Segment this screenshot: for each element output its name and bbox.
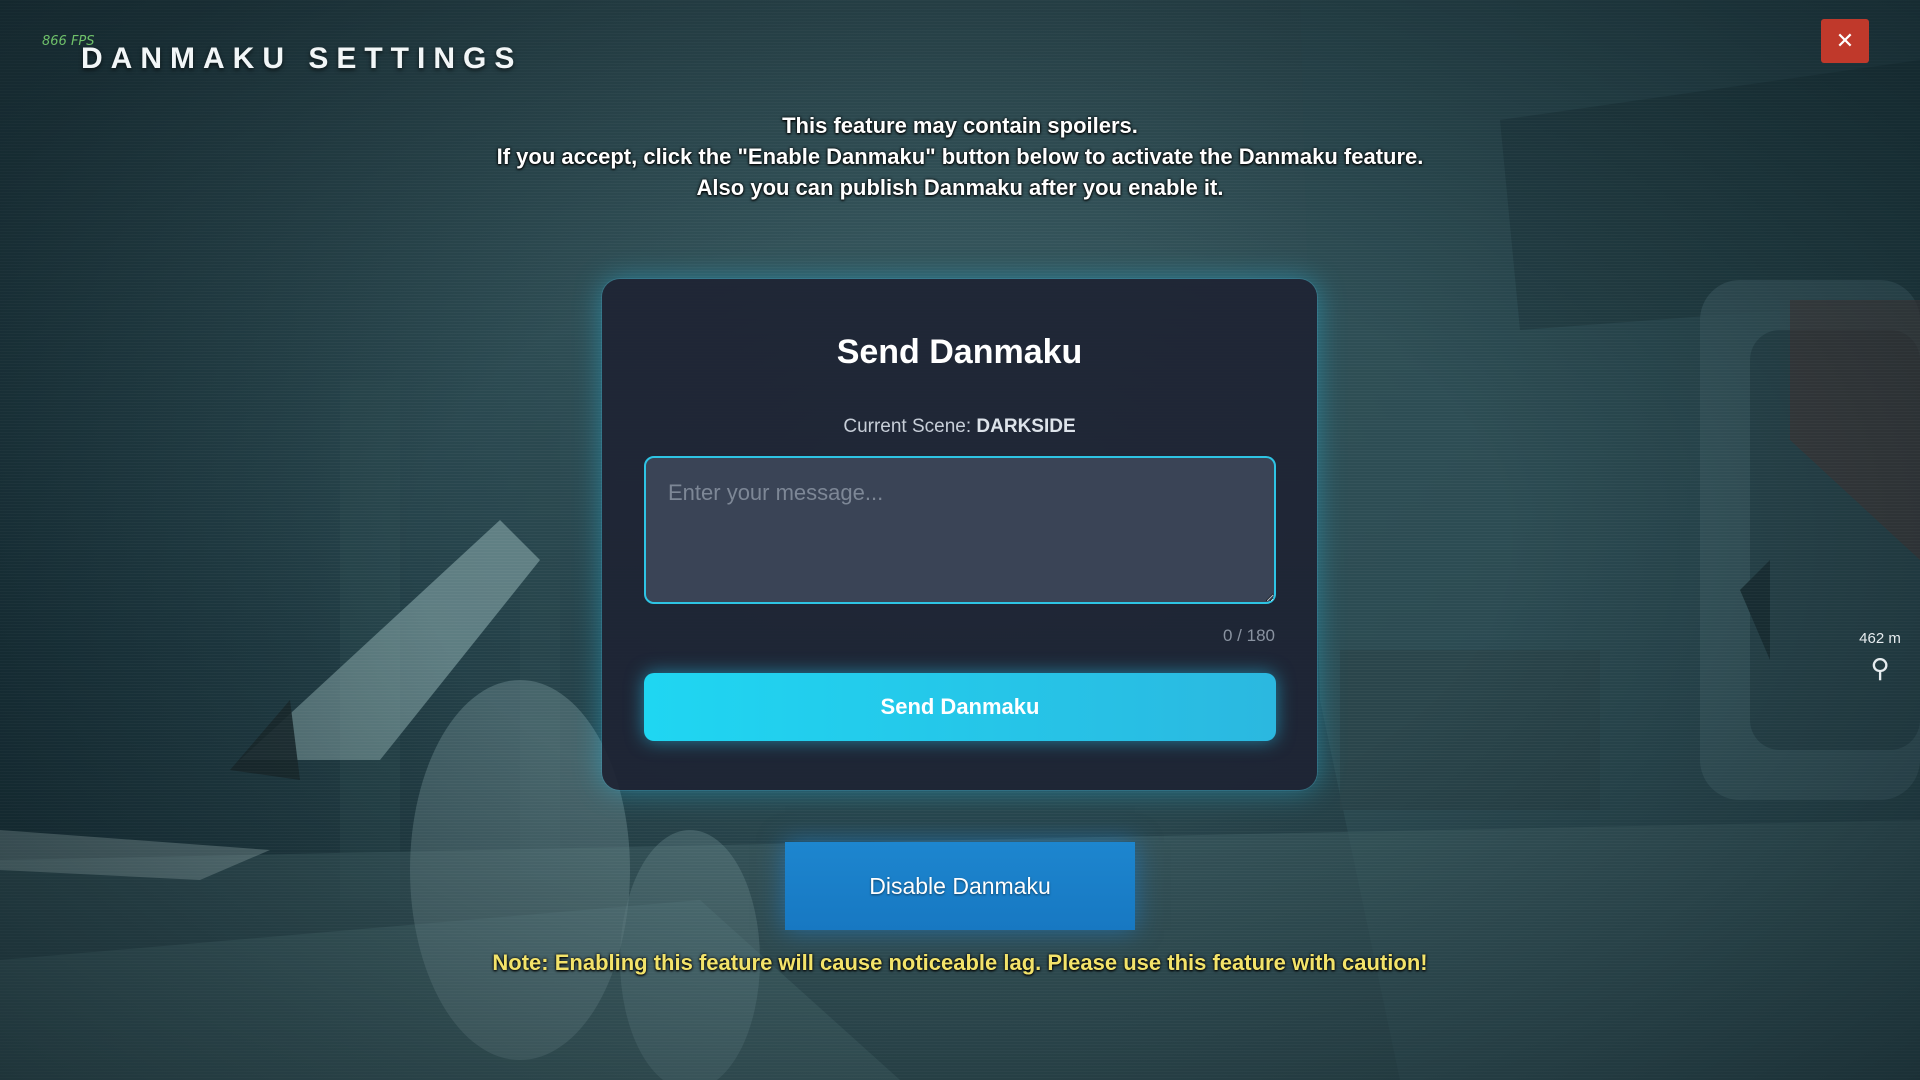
objective-marker: 462 m ⚲ bbox=[1850, 630, 1910, 684]
intro-line: Also you can publish Danmaku after you e… bbox=[696, 175, 1224, 200]
panel-title: Send Danmaku bbox=[836, 333, 1083, 371]
warning-note: Note: Enabling this feature will cause n… bbox=[492, 950, 1428, 975]
page-title: DANMAKU SETTINGS bbox=[81, 42, 523, 75]
intro-text: This feature may contain spoilers. If yo… bbox=[0, 110, 1920, 203]
intro-line: If you accept, click the "Enable Danmaku… bbox=[496, 144, 1424, 169]
disable-danmaku-button[interactable]: Disable Danmaku bbox=[785, 842, 1135, 930]
distance-readout: 462 m bbox=[1859, 630, 1901, 647]
game-screen: 866 FPS DANMAKU SETTINGS ✕ This feature … bbox=[0, 0, 1920, 1080]
intro-line: This feature may contain spoilers. bbox=[782, 113, 1138, 138]
close-icon: ✕ bbox=[1835, 28, 1855, 53]
scene-label: Current Scene: bbox=[843, 416, 972, 437]
send-danmaku-panel: Send Danmaku Current Scene: DARKSIDE 0 /… bbox=[602, 279, 1317, 790]
current-scene: Current Scene: DARKSIDE bbox=[602, 416, 1317, 438]
send-danmaku-button[interactable]: Send Danmaku bbox=[644, 673, 1276, 741]
character-counter: 0 / 180 bbox=[1223, 626, 1275, 645]
scene-name: DARKSIDE bbox=[976, 416, 1076, 437]
message-input[interactable] bbox=[644, 456, 1276, 604]
close-button[interactable]: ✕ bbox=[1821, 19, 1869, 63]
location-pin-icon: ⚲ bbox=[1870, 653, 1890, 683]
